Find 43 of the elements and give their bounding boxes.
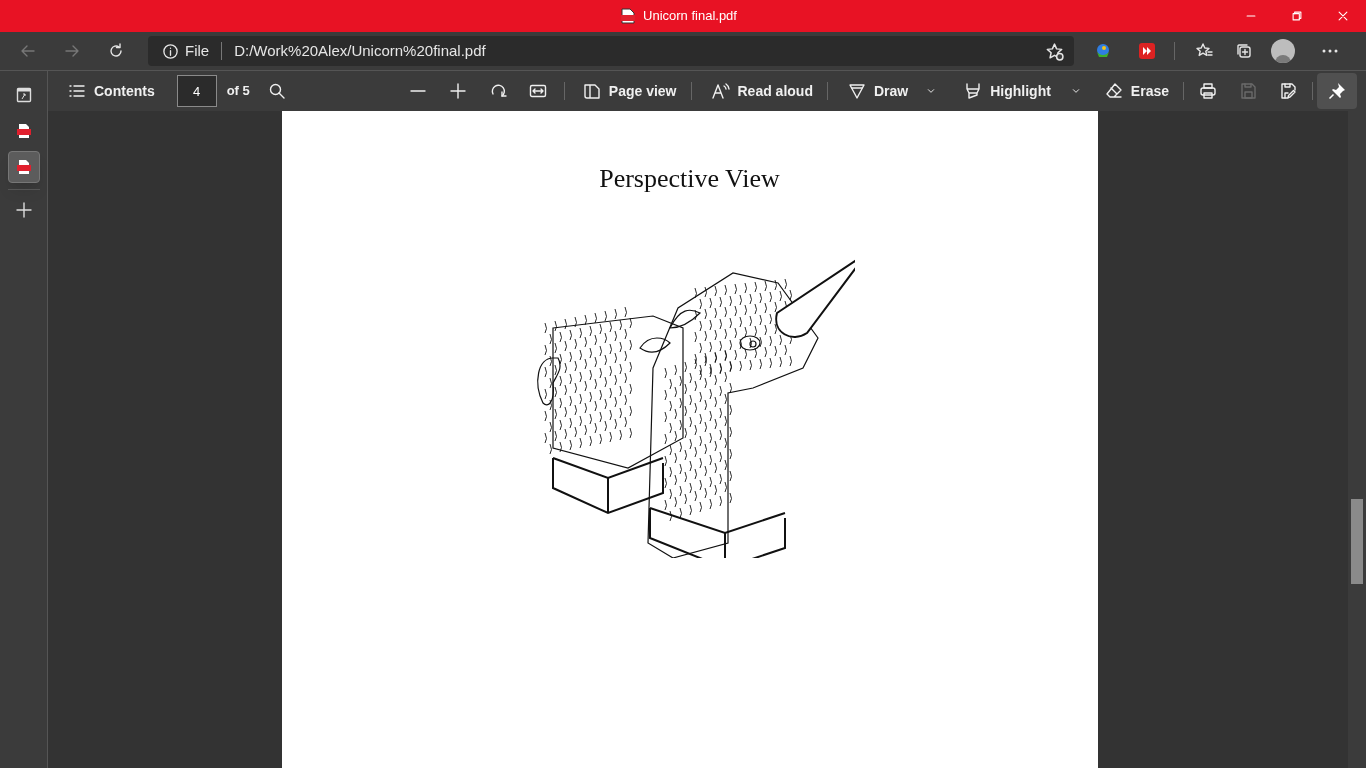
extension-icon[interactable] bbox=[1094, 42, 1112, 60]
address-bar[interactable]: File D:/Work%20Alex/Unicorn%20final.pdf bbox=[148, 36, 1074, 66]
restore-icon[interactable] bbox=[1290, 9, 1304, 23]
pdf-file-icon bbox=[621, 8, 635, 24]
pin-icon bbox=[1328, 82, 1346, 100]
pin-button[interactable] bbox=[1317, 73, 1357, 109]
window-title: Unicorn final.pdf bbox=[643, 7, 737, 26]
pdf-file-icon bbox=[15, 123, 32, 139]
info-icon bbox=[162, 42, 179, 60]
page-count: of 5 bbox=[226, 82, 250, 101]
fit-width-icon[interactable] bbox=[528, 82, 547, 100]
extension-icon[interactable] bbox=[1138, 42, 1156, 60]
pdf-file-icon bbox=[15, 159, 32, 175]
printer-icon[interactable] bbox=[1199, 82, 1217, 100]
save-edit-icon[interactable] bbox=[1279, 82, 1297, 100]
search-icon[interactable] bbox=[267, 82, 286, 100]
plus-icon[interactable] bbox=[448, 82, 467, 100]
vertical-tab[interactable] bbox=[7, 151, 40, 183]
star-add-icon[interactable] bbox=[1045, 41, 1064, 61]
refresh-icon[interactable] bbox=[107, 42, 125, 60]
plus-icon[interactable] bbox=[14, 201, 33, 219]
read-aloud-icon[interactable] bbox=[711, 82, 730, 100]
highlight-button[interactable]: Highlight bbox=[958, 75, 1057, 107]
draw-icon[interactable] bbox=[847, 82, 866, 100]
read-aloud-button[interactable]: Read aloud bbox=[705, 75, 819, 107]
scrollbar-thumb[interactable] bbox=[1351, 499, 1363, 584]
erase-button[interactable]: Erase bbox=[1098, 75, 1175, 107]
page-view-button[interactable]: Page view bbox=[576, 75, 683, 107]
close-icon[interactable] bbox=[1336, 9, 1350, 23]
eraser-icon[interactable] bbox=[1104, 82, 1123, 100]
site-label: File bbox=[185, 40, 210, 61]
contents-button[interactable]: Contents bbox=[62, 75, 161, 107]
url-text: D:/Work%20Alex/Unicorn%20final.pdf bbox=[234, 40, 486, 61]
scrollbar[interactable] bbox=[1348, 111, 1366, 768]
page-view-icon[interactable] bbox=[582, 82, 601, 100]
contents-icon[interactable] bbox=[68, 82, 86, 100]
page-number-field[interactable]: 4 bbox=[176, 75, 217, 107]
page-heading: Perspective View bbox=[599, 163, 780, 195]
app-tab-icon bbox=[15, 87, 32, 103]
highlighter-icon[interactable] bbox=[964, 82, 983, 100]
draw-button[interactable]: Draw bbox=[841, 75, 915, 107]
collections-icon[interactable] bbox=[1235, 42, 1253, 60]
profile-avatar[interactable] bbox=[1271, 39, 1295, 63]
